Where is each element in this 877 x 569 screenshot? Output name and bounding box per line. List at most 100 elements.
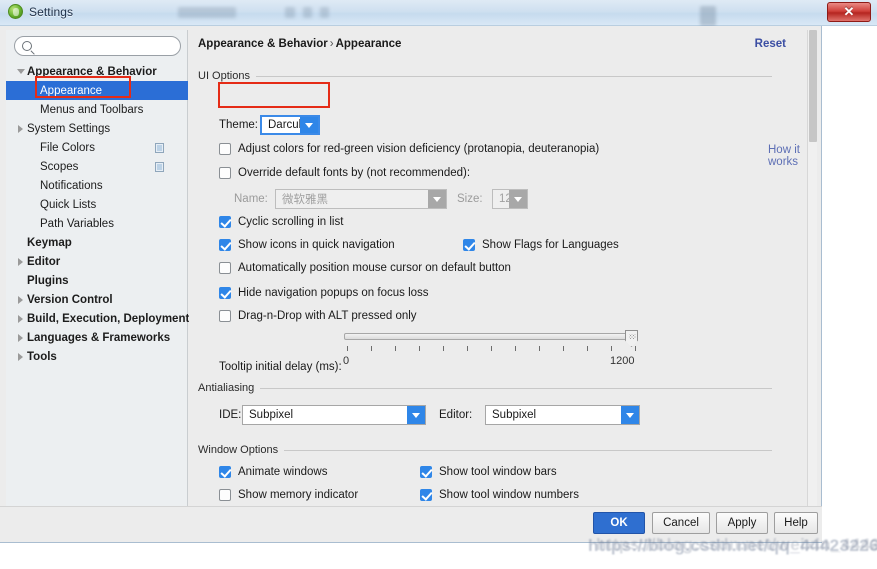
dialog-button-bar: OK Cancel Apply Help (0, 506, 822, 542)
sidebar-item-build-execution-deployment[interactable]: Build, Execution, Deployment (6, 309, 189, 328)
checkbox-box[interactable] (219, 489, 231, 501)
checkbox-box[interactable] (219, 287, 231, 299)
sidebar-item-keymap[interactable]: Keymap (6, 233, 188, 252)
checkbox-box[interactable] (219, 310, 231, 322)
checkbox-show-tool-window-numbers[interactable]: Show tool window numbers (420, 489, 579, 501)
sidebar-item-languages-frameworks[interactable]: Languages & Frameworks (6, 328, 188, 347)
chevron-down-icon[interactable] (300, 117, 318, 133)
antialiasing-group-title: Antialiasing (198, 382, 255, 394)
settings-dialog: Appearance & Behavior Appearance Menus and… (0, 26, 822, 543)
chevron-right-icon[interactable] (14, 124, 27, 133)
chevron-right-icon[interactable] (14, 352, 27, 361)
checkbox-label: Show tool window numbers (439, 489, 579, 501)
checkbox-box[interactable] (219, 143, 231, 155)
checkbox-label: Show icons in quick navigation (238, 239, 395, 251)
close-button[interactable]: ✕ (827, 2, 871, 22)
sidebar-item-label: Path Variables (40, 217, 114, 230)
checkbox-box[interactable] (420, 466, 432, 478)
search-box[interactable] (14, 36, 181, 56)
content-scrollbar[interactable] (807, 30, 817, 535)
checkbox-override-fonts[interactable]: Override default fonts by (not recommend… (219, 167, 470, 179)
sidebar-item-version-control[interactable]: Version Control (6, 290, 188, 309)
chevron-down-icon[interactable] (407, 406, 425, 424)
sidebar-item-label: Menus and Toolbars (40, 103, 144, 116)
antialiasing-editor-combobox[interactable]: Subpixel (485, 405, 640, 425)
theme-combobox[interactable]: Darcula (260, 115, 320, 135)
chevron-right-icon[interactable] (14, 295, 27, 304)
chevron-down-icon[interactable] (14, 69, 27, 74)
sidebar-item-tools[interactable]: Tools (6, 347, 188, 366)
checkbox-label: Override default fonts by (not recommend… (238, 167, 471, 179)
slider-tick (563, 346, 564, 351)
slider-thumb[interactable] (625, 330, 638, 347)
search-input[interactable] (37, 39, 169, 53)
settings-scope-icon (155, 142, 164, 153)
slider-tick (371, 346, 372, 351)
antialiasing-group-header: Antialiasing (198, 382, 772, 394)
tooltip-delay-slider[interactable]: 0 1200 (343, 330, 644, 375)
help-button[interactable]: Help (774, 512, 818, 534)
checkbox-hide-navigation-popups[interactable]: Hide navigation popups on focus loss (219, 287, 429, 299)
apply-button[interactable]: Apply (716, 512, 768, 534)
sidebar-item-notifications[interactable]: Notifications (6, 176, 188, 195)
sidebar-item-scopes[interactable]: Scopes (6, 157, 188, 176)
checkbox-box[interactable] (219, 262, 231, 274)
slider-tick (395, 346, 396, 351)
breadcrumb-root[interactable]: Appearance & Behavior (198, 38, 328, 50)
tooltip-delay-label: Tooltip initial delay (ms): (219, 361, 342, 373)
checkbox-auto-position-cursor[interactable]: Automatically position mouse cursor on d… (219, 262, 511, 274)
sidebar-item-path-variables[interactable]: Path Variables (6, 214, 188, 233)
settings-content: Appearance & Behavior › Appearance Reset U… (189, 30, 816, 535)
settings-tree: Appearance & Behavior Appearance Menus and… (6, 62, 189, 366)
checkbox-adjust-colors[interactable]: Adjust colors for red-green vision defic… (219, 143, 599, 155)
checkbox-animate-windows[interactable]: Animate windows (219, 466, 327, 478)
sidebar-item-label: Scopes (40, 160, 79, 173)
title-bar-left: Settings (8, 4, 73, 19)
chevron-right-icon[interactable] (14, 314, 27, 323)
font-name-value: 微软雅黑 (282, 194, 328, 206)
checkbox-cyclic-scrolling[interactable]: Cyclic scrolling in list (219, 216, 343, 228)
scrollbar-thumb[interactable] (809, 30, 817, 142)
checkbox-show-icons-quick-navigation[interactable]: Show icons in quick navigation (219, 239, 395, 251)
checkbox-box[interactable] (219, 216, 231, 228)
slider-tick (611, 346, 612, 351)
window-options-group-title: Window Options (198, 444, 279, 456)
checkbox-show-memory-indicator[interactable]: Show memory indicator (219, 489, 358, 501)
breadcrumb-separator: › (329, 38, 334, 50)
chevron-down-icon[interactable] (621, 406, 639, 424)
sidebar-item-editor[interactable]: Editor (6, 252, 188, 271)
ok-button[interactable]: OK (593, 512, 645, 534)
settings-sidebar: Appearance & Behavior Appearance Menus and… (6, 30, 189, 535)
cancel-button[interactable]: Cancel (652, 512, 710, 534)
checkbox-show-flags-for-languages[interactable]: Show Flags for Languages (463, 239, 619, 251)
checkbox-drag-n-drop-alt[interactable]: Drag-n-Drop with ALT pressed only (219, 310, 417, 322)
sidebar-item-menus-and-toolbars[interactable]: Menus and Toolbars (6, 100, 188, 119)
sidebar-item-label: Quick Lists (40, 198, 97, 211)
chevron-right-icon[interactable] (14, 333, 27, 342)
checkbox-show-tool-window-bars[interactable]: Show tool window bars (420, 466, 557, 478)
checkbox-box[interactable] (420, 489, 432, 501)
reset-link[interactable]: Reset (755, 38, 786, 50)
slider-tick (491, 346, 492, 351)
checkbox-box[interactable] (219, 466, 231, 478)
sidebar-item-appearance[interactable]: Appearance (6, 81, 188, 100)
slider-tick (539, 346, 540, 351)
checkbox-box[interactable] (219, 239, 231, 251)
antialiasing-ide-label: IDE: (219, 409, 242, 421)
chevron-down-icon (428, 190, 446, 208)
sidebar-item-quick-lists[interactable]: Quick Lists (6, 195, 188, 214)
slider-track[interactable] (344, 333, 636, 340)
checkbox-box[interactable] (219, 167, 231, 179)
sidebar-item-appearance-behavior[interactable]: Appearance & Behavior (6, 62, 188, 81)
antialiasing-ide-combobox[interactable]: Subpixel (242, 405, 426, 425)
title-bar: Settings ✕ (0, 0, 877, 26)
chevron-right-icon[interactable] (14, 257, 27, 266)
ui-options-group-title: UI Options (198, 70, 250, 82)
app-icon (8, 4, 23, 19)
sidebar-item-system-settings[interactable]: System Settings (6, 119, 188, 138)
sidebar-item-plugins[interactable]: Plugins (6, 271, 188, 290)
sidebar-item-label: Languages & Frameworks (27, 331, 171, 344)
sidebar-item-file-colors[interactable]: File Colors (6, 138, 188, 157)
font-size-label: Size: (457, 193, 483, 205)
checkbox-box[interactable] (463, 239, 475, 251)
